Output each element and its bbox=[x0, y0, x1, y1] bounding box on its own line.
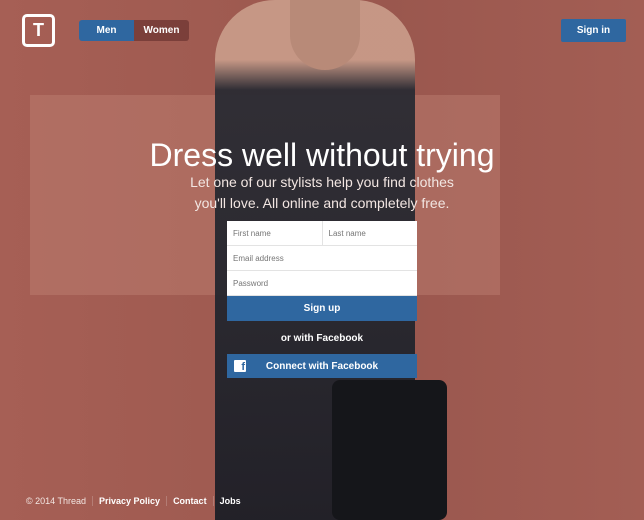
email-input[interactable] bbox=[227, 246, 417, 270]
signup-form: Sign up bbox=[227, 221, 417, 321]
page-title: Dress well without trying bbox=[149, 137, 495, 173]
contact-link[interactable]: Contact bbox=[166, 496, 213, 506]
connect-facebook-button[interactable]: f Connect with Facebook bbox=[227, 354, 417, 378]
tab-women[interactable]: Women bbox=[134, 20, 189, 41]
bag-image bbox=[332, 380, 447, 520]
model-head bbox=[290, 0, 360, 70]
sign-in-button[interactable]: Sign in bbox=[561, 19, 626, 42]
footer: © 2014 Thread Privacy Policy Contact Job… bbox=[26, 496, 247, 506]
jobs-link[interactable]: Jobs bbox=[212, 496, 247, 506]
copyright: © 2014 Thread bbox=[26, 496, 87, 506]
page-subtitle: Let one of our stylists help you find cl… bbox=[190, 174, 454, 211]
password-input[interactable] bbox=[227, 271, 417, 295]
privacy-policy-link[interactable]: Privacy Policy bbox=[92, 496, 166, 506]
facebook-icon: f bbox=[234, 360, 246, 373]
last-name-input[interactable] bbox=[321, 221, 417, 245]
sign-up-button[interactable]: Sign up bbox=[227, 296, 417, 321]
connect-facebook-label: Connect with Facebook bbox=[265, 360, 379, 372]
gender-toggle: Men Women bbox=[79, 20, 189, 41]
or-facebook-label: or with Facebook bbox=[280, 333, 364, 344]
thread-logo[interactable]: T bbox=[22, 14, 55, 47]
first-name-input[interactable] bbox=[227, 221, 322, 245]
tab-men[interactable]: Men bbox=[79, 20, 134, 41]
